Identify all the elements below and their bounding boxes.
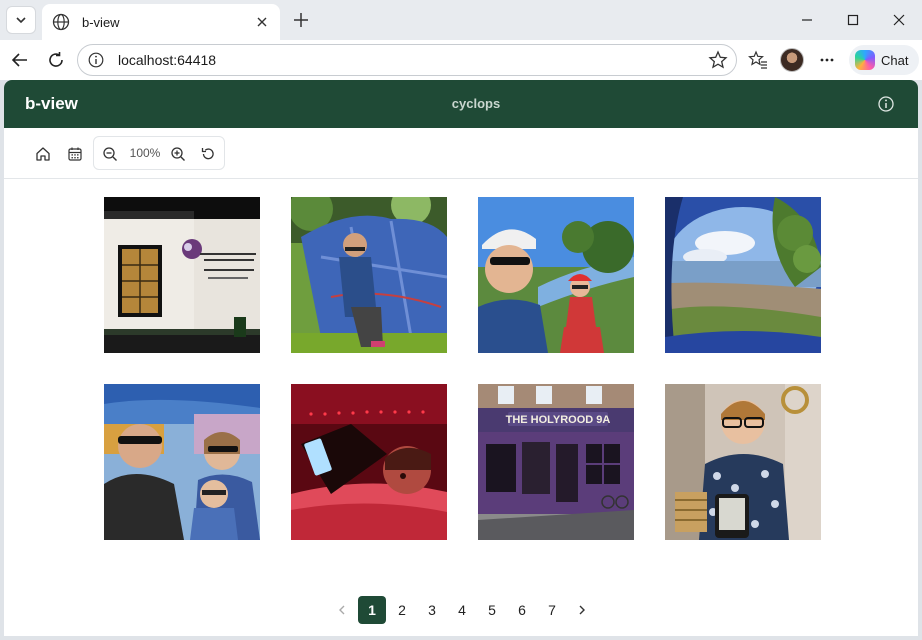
info-icon[interactable]: [877, 95, 895, 113]
browser-tab-bar: b-view: [0, 0, 922, 40]
chevron-left-icon: [339, 605, 345, 615]
zoom-in-icon: [171, 147, 185, 161]
reload-icon: [49, 52, 63, 67]
site-info-icon[interactable]: [88, 52, 104, 68]
new-tab-button[interactable]: [290, 9, 312, 31]
thumbnail-tent-boy[interactable]: [291, 197, 447, 353]
copilot-chat-button[interactable]: Chat: [849, 45, 919, 75]
copilot-icon: [855, 50, 875, 70]
page-button-6[interactable]: 6: [508, 596, 536, 624]
close-window-button[interactable]: [884, 6, 914, 34]
page-button-4[interactable]: 4: [448, 596, 476, 624]
tab-title: b-view: [82, 14, 120, 30]
maximize-icon: [847, 14, 859, 26]
zoom-level: 100%: [129, 146, 161, 160]
pagination: 1 2 3 4 5 6 7: [4, 596, 918, 624]
thumbnail-red-light[interactable]: [291, 384, 447, 540]
copilot-label: Chat: [881, 52, 909, 68]
address-bar: localhost:64418 Chat: [0, 40, 922, 80]
thumbnail-pub-corner[interactable]: [104, 197, 260, 353]
home-icon: [36, 147, 50, 161]
calendar-button[interactable]: [65, 144, 85, 164]
thumbnail-family-selfie[interactable]: [104, 384, 260, 540]
tab-list-button[interactable]: [6, 6, 36, 34]
profile-avatar[interactable]: [780, 48, 804, 72]
plus-icon: [294, 13, 308, 27]
page-button-5[interactable]: 5: [478, 596, 506, 624]
reset-zoom-button[interactable]: [198, 144, 218, 164]
minimize-button[interactable]: [792, 6, 822, 34]
favorites-button[interactable]: [744, 46, 772, 74]
favorite-star-icon[interactable]: [708, 50, 728, 70]
prev-page-button[interactable]: [328, 596, 356, 624]
browser-tab[interactable]: b-view: [42, 4, 280, 40]
maximize-button[interactable]: [838, 6, 868, 34]
close-icon: [893, 14, 905, 26]
zoom-controls: 100%: [93, 136, 225, 170]
reload-button[interactable]: [42, 46, 70, 74]
page-button-3[interactable]: 3: [418, 596, 446, 624]
app-header: b-view cyclops: [4, 80, 918, 128]
reset-icon: [201, 148, 214, 160]
url-field[interactable]: localhost:64418: [77, 44, 737, 76]
thumbnail-purple-pub[interactable]: THE HOLYROOD 9A: [478, 384, 634, 540]
thumbnail-cyclists-selfie[interactable]: [478, 197, 634, 353]
chevron-down-icon: [16, 17, 26, 24]
home-button[interactable]: [33, 144, 53, 164]
zoom-in-button[interactable]: [168, 144, 188, 164]
favorites-icon: [748, 50, 767, 69]
thumbnail-boy-ereader[interactable]: [665, 384, 821, 540]
arrow-left-icon: [11, 53, 27, 67]
page-button-2[interactable]: 2: [388, 596, 416, 624]
viewer-toolbar: 100%: [4, 128, 918, 179]
minimize-icon: [802, 19, 812, 21]
thumbnail-loch-view[interactable]: [665, 197, 821, 353]
page-button-7[interactable]: 7: [538, 596, 566, 624]
url-text: localhost:64418: [118, 52, 217, 68]
page-button-1[interactable]: 1: [358, 596, 386, 624]
zoom-out-icon: [103, 147, 117, 161]
page-viewport: b-view cyclops 100% THE HOLYROOD 9A 1 2 …: [4, 80, 918, 636]
next-page-button[interactable]: [568, 596, 596, 624]
calendar-icon: [68, 147, 82, 161]
folder-title: cyclops: [451, 96, 501, 111]
more-icon: [820, 58, 834, 62]
globe-icon: [52, 13, 70, 31]
svg-text:THE HOLYROOD 9A: THE HOLYROOD 9A: [506, 414, 611, 426]
zoom-out-button[interactable]: [100, 144, 120, 164]
chevron-right-icon: [579, 605, 585, 615]
more-menu-button[interactable]: [813, 46, 841, 74]
close-tab-icon[interactable]: [254, 14, 270, 30]
back-button[interactable]: [6, 46, 34, 74]
